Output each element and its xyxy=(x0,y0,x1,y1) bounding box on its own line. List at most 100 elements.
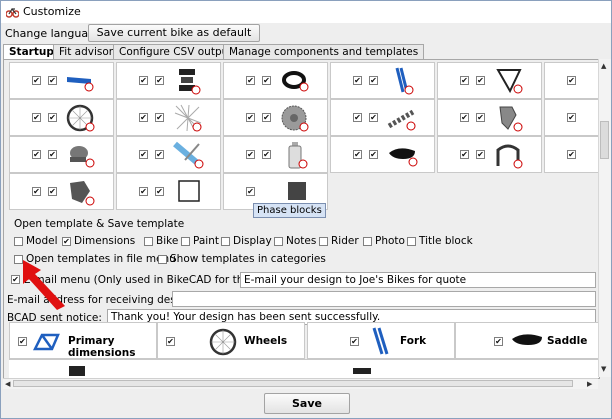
scroll-down-icon[interactable]: ▼ xyxy=(601,365,606,373)
group-primary-dimensions[interactable]: ✔ Primary dimensions xyxy=(9,322,157,359)
checkbox[interactable] xyxy=(181,236,190,246)
component-cell: ✔ ✔ xyxy=(116,136,221,173)
component-cell: ✔ ✔ xyxy=(223,62,328,99)
option-paint[interactable]: Paint xyxy=(181,235,219,249)
option-dimensions[interactable]: ✔ Dimensions xyxy=(62,235,135,249)
checkbox[interactable] xyxy=(319,236,328,246)
checkbox[interactable]: ✔ xyxy=(48,113,57,122)
checkbox[interactable]: ✔ xyxy=(48,76,57,85)
checkbox[interactable]: ✔ xyxy=(62,236,71,246)
tab-startup[interactable]: Startup xyxy=(3,44,60,60)
email-address-field[interactable] xyxy=(172,291,596,307)
checkbox[interactable]: ✔ xyxy=(246,76,255,85)
checkbox[interactable]: ✔ xyxy=(155,187,164,196)
checkbox[interactable]: ✔ xyxy=(166,337,175,346)
checkbox[interactable]: ✔ xyxy=(139,187,148,196)
option-label: Paint xyxy=(193,235,219,247)
checkbox[interactable]: ✔ xyxy=(18,337,27,346)
checkbox[interactable]: ✔ xyxy=(48,150,57,159)
checkbox[interactable]: ✔ xyxy=(567,113,576,122)
save-default-template-button[interactable]: Save current bike as default template xyxy=(88,24,260,55)
group-saddle[interactable]: ✔ Saddle xyxy=(455,322,599,359)
checkbox[interactable]: ✔ xyxy=(567,150,576,159)
horizontal-scrollbar[interactable]: ◀ ▶ xyxy=(3,378,598,389)
checkbox[interactable]: ✔ xyxy=(262,76,271,85)
checkbox[interactable]: ✔ xyxy=(476,150,485,159)
tab-fit-advisor[interactable]: Fit advisor xyxy=(53,44,120,59)
show-in-categories-option[interactable]: Show templates in categories xyxy=(158,253,326,267)
vertical-scrollbar[interactable]: ▲ ▼ xyxy=(598,59,611,377)
wheel-icon xyxy=(209,328,237,356)
option-notes[interactable]: Notes xyxy=(274,235,316,249)
checkbox[interactable] xyxy=(14,236,23,246)
component-cell: ✔ xyxy=(544,62,599,99)
scroll-up-icon[interactable]: ▲ xyxy=(601,62,606,70)
option-bike[interactable]: Bike xyxy=(144,235,178,249)
option-label: Bike xyxy=(156,235,179,247)
checkbox[interactable]: ✔ xyxy=(353,76,362,85)
checkbox[interactable]: ✔ xyxy=(32,76,41,85)
option-model[interactable]: Model xyxy=(14,235,58,249)
checkbox[interactable]: ✔ xyxy=(155,150,164,159)
option-rider[interactable]: Rider xyxy=(319,235,359,249)
group-wheels[interactable]: ✔ Wheels xyxy=(157,322,305,359)
checkbox[interactable]: ✔ xyxy=(369,150,378,159)
disc-caliper-icon xyxy=(70,181,95,206)
checkbox[interactable]: ✔ xyxy=(476,76,485,85)
save-settings-button[interactable]: Save settings xyxy=(264,393,350,418)
checkbox[interactable]: ✔ xyxy=(262,113,271,122)
checkbox[interactable] xyxy=(221,236,230,246)
title-bar: Customize xyxy=(1,1,611,23)
checkbox[interactable]: ✔ xyxy=(32,150,41,159)
checkbox[interactable] xyxy=(407,236,416,246)
checkbox[interactable]: ✔ xyxy=(155,113,164,122)
checkbox[interactable]: ✔ xyxy=(567,76,576,85)
scroll-thumb[interactable] xyxy=(13,380,573,387)
option-title-block[interactable]: Title block xyxy=(407,235,473,249)
footer-bar: Save settings xyxy=(1,389,611,418)
component-cell: ✔ ✔ xyxy=(116,173,221,210)
component-cell: ✔ ✔ xyxy=(9,173,114,210)
checkbox[interactable] xyxy=(363,236,372,246)
bottle-icon xyxy=(288,142,308,169)
checkbox[interactable]: ✔ xyxy=(48,187,57,196)
checkbox[interactable]: ✔ xyxy=(246,187,255,196)
checkbox[interactable] xyxy=(144,236,153,246)
email-menu-field[interactable]: E-mail your design to Joe's Bikes for qu… xyxy=(240,272,596,288)
scroll-thumb[interactable] xyxy=(600,121,609,159)
group-fork[interactable]: ✔ Fork xyxy=(307,322,455,359)
checkbox[interactable]: ✔ xyxy=(353,113,362,122)
checkbox[interactable]: ✔ xyxy=(246,150,255,159)
checkbox[interactable]: ✔ xyxy=(350,337,359,346)
cassette-icon xyxy=(281,105,309,132)
checkbox[interactable]: ✔ xyxy=(139,113,148,122)
checkbox[interactable]: ✔ xyxy=(476,113,485,122)
tab-manage-components[interactable]: Manage components and templates xyxy=(223,44,425,59)
tab-configure-csv[interactable]: Configure CSV output xyxy=(113,44,239,59)
saddle-icon xyxy=(512,334,542,345)
option-label: Show templates in categories xyxy=(170,253,326,265)
option-label: Notes xyxy=(286,235,317,247)
checkbox[interactable]: ✔ xyxy=(369,113,378,122)
scroll-left-icon[interactable]: ◀ xyxy=(5,380,10,388)
option-photo[interactable]: Photo xyxy=(363,235,405,249)
checkbox[interactable]: ✔ xyxy=(32,113,41,122)
language-row: Change language Save current bike as def… xyxy=(1,23,611,55)
checkbox[interactable]: ✔ xyxy=(460,150,469,159)
checkbox[interactable]: ✔ xyxy=(139,76,148,85)
checkbox[interactable]: ✔ xyxy=(460,113,469,122)
checkbox[interactable] xyxy=(274,236,283,246)
checkbox[interactable]: ✔ xyxy=(246,113,255,122)
checkbox[interactable]: ✔ xyxy=(262,150,271,159)
scroll-right-icon[interactable]: ▶ xyxy=(587,380,592,388)
checkbox[interactable]: ✔ xyxy=(369,76,378,85)
checkbox[interactable]: ✔ xyxy=(139,150,148,159)
checkbox[interactable]: ✔ xyxy=(460,76,469,85)
checkbox[interactable]: ✔ xyxy=(155,76,164,85)
checkbox[interactable] xyxy=(158,254,167,264)
seatpost-clamp-icon xyxy=(496,69,523,94)
option-display[interactable]: Display xyxy=(221,235,272,249)
checkbox[interactable]: ✔ xyxy=(494,337,503,346)
checkbox[interactable]: ✔ xyxy=(353,150,362,159)
checkbox[interactable]: ✔ xyxy=(32,187,41,196)
